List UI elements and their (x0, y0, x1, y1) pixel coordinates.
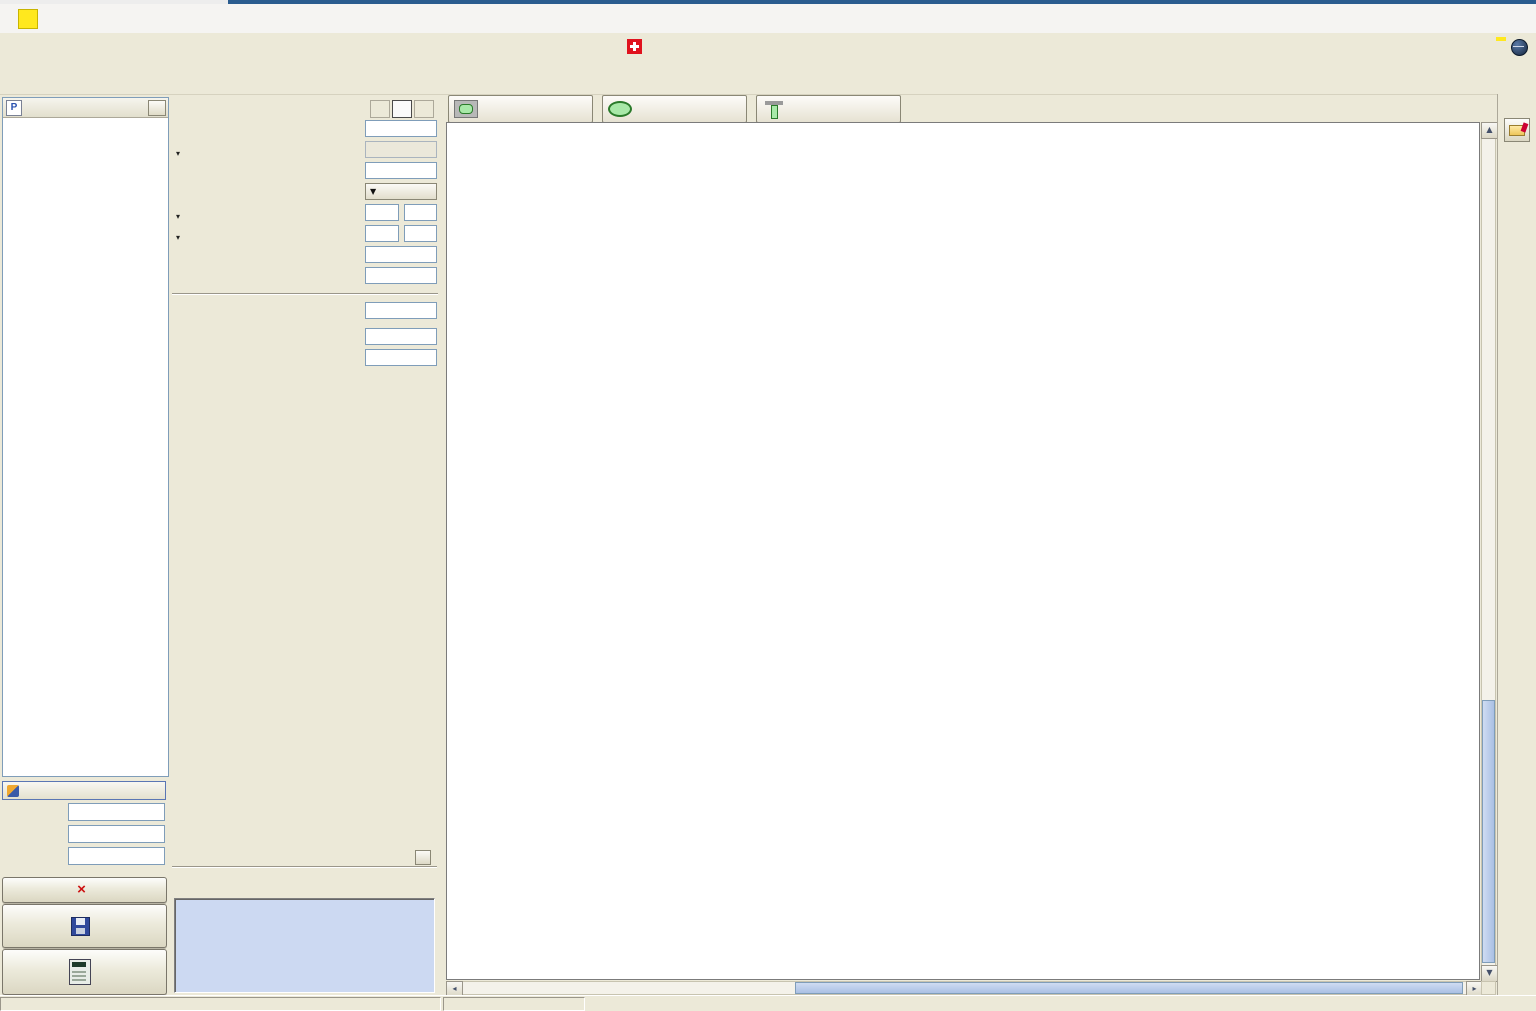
stuetzenmass-b-input[interactable] (365, 349, 437, 366)
flachdecke-select[interactable] (756, 95, 901, 123)
position-speichern-button[interactable] (2, 904, 167, 948)
betonqualitaet-dropdown[interactable]: ▼ (365, 183, 437, 200)
position-panel: × (0, 780, 168, 995)
nutzlast-input[interactable] (365, 162, 437, 179)
benutzerdefiniert-label[interactable]: ▾ (176, 145, 183, 159)
calculator-icon (69, 959, 91, 985)
results-checkbox[interactable] (415, 850, 431, 865)
position-icon (7, 785, 19, 797)
ancotech-logo (1496, 37, 1506, 41)
position-loeschen-button[interactable]: × (2, 877, 167, 903)
project-tree-items (3, 118, 168, 121)
kundenpos-input[interactable] (68, 825, 165, 843)
benutzerdefiniert-input (365, 141, 437, 158)
form-separator (172, 293, 438, 295)
bewehrung-y-label[interactable]: ▾ (176, 229, 183, 243)
scroll-down-button[interactable]: ▼ (1481, 965, 1498, 982)
bewehrung-y-diameter-input[interactable] (365, 225, 399, 242)
chevron-down-icon: ▼ (370, 187, 376, 196)
horizontal-scroll-thumb[interactable] (795, 982, 1463, 994)
position-panel-header (2, 781, 166, 800)
stuetzenmass-a-input[interactable] (365, 328, 437, 345)
anz-stuetzen-input[interactable] (68, 847, 165, 865)
inner-column-icon (454, 100, 478, 118)
close-button[interactable] (1498, 7, 1528, 29)
globe-icon[interactable] (1511, 39, 1528, 56)
minimize-button[interactable] (1412, 7, 1442, 29)
paint-tools-icon (1509, 125, 1525, 136)
floppy-disk-icon (71, 917, 90, 936)
innenstuetze-select[interactable] (448, 95, 593, 123)
scroll-up-button[interactable]: ▲ (1481, 122, 1498, 139)
drawing-canvas[interactable] (446, 122, 1480, 980)
bewehrung-x-diameter-input[interactable] (365, 204, 399, 221)
collapse-panel-button[interactable] (148, 100, 166, 116)
results-panel (172, 850, 437, 995)
level-3-button[interactable] (414, 100, 434, 118)
result-box (174, 898, 435, 993)
app-logo-icon (18, 9, 38, 29)
title-bar (0, 4, 1536, 34)
bewehrung-x-label[interactable]: ▾ (176, 208, 183, 222)
project-icon: P (6, 100, 22, 116)
main-toolbar (0, 60, 1536, 95)
status-bar (0, 995, 1536, 1011)
spannweite-lx-input[interactable] (365, 246, 437, 263)
menu-bar (0, 33, 1536, 60)
durchstanzlast-input[interactable] (365, 120, 437, 137)
swiss-flag-icon (627, 39, 642, 54)
status-message (0, 997, 441, 1011)
project-tree-header: P (3, 98, 168, 118)
position-input[interactable] (68, 803, 165, 821)
maximize-button[interactable] (1454, 7, 1484, 29)
vertical-scroll-thumb[interactable] (1482, 700, 1495, 963)
flat-slab-icon (765, 101, 783, 118)
project-tree-panel: P (2, 97, 169, 777)
drawing-tools-button[interactable] (1504, 118, 1530, 142)
side-toolbar (1497, 94, 1536, 995)
cursor-coordinates (443, 997, 585, 1011)
ovalstuetze-select[interactable] (602, 95, 747, 123)
delete-x-icon: × (77, 885, 86, 895)
level-1-button[interactable] (370, 100, 390, 118)
scrollbar-corner (1481, 981, 1496, 995)
level-2-button[interactable] (392, 100, 412, 118)
oval-column-icon (608, 101, 632, 117)
bewehrung-y-spacing-input[interactable] (404, 225, 437, 242)
application-window: P ▾ ▼ ▾ ▾ (0, 0, 1536, 1011)
berechnen-button[interactable] (2, 949, 167, 995)
results-separator (172, 866, 437, 868)
spannweite-ly-input[interactable] (365, 267, 437, 284)
bewehrung-x-spacing-input[interactable] (404, 204, 437, 221)
plattenstaerke-input[interactable] (365, 302, 437, 319)
input-form-panel: ▾ ▼ ▾ ▾ (170, 94, 440, 784)
